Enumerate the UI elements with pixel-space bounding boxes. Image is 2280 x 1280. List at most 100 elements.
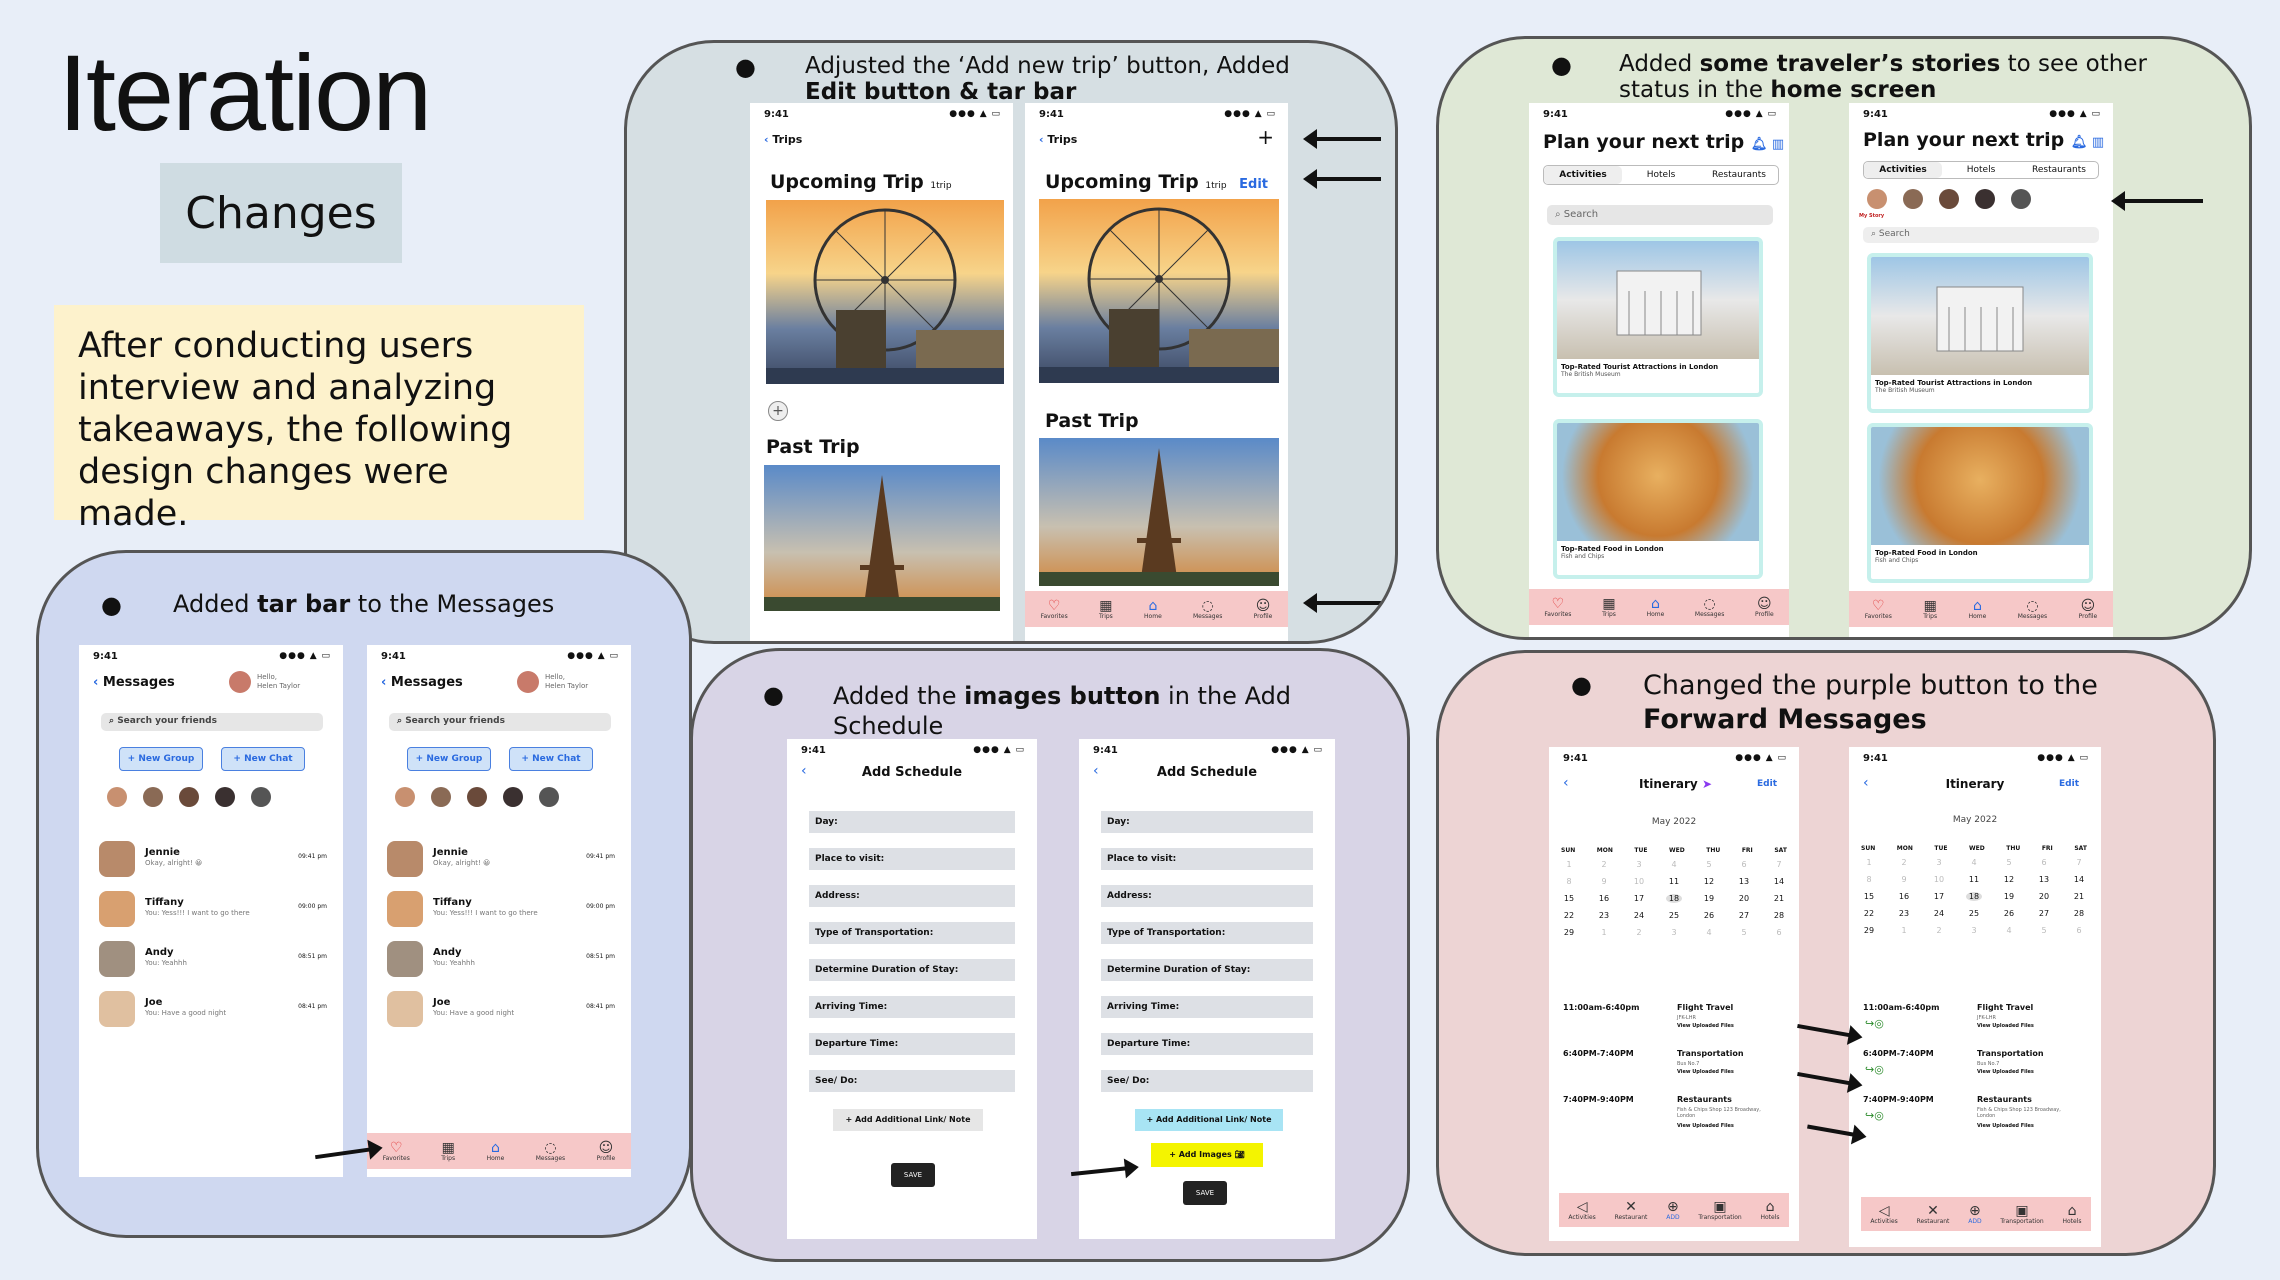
avatar[interactable]: [229, 671, 251, 693]
tab-messages[interactable]: ◌ Messages: [1193, 599, 1222, 620]
back-button[interactable]: ‹ Trips: [764, 133, 802, 146]
tab-home[interactable]: ⌂ Home: [1647, 597, 1665, 618]
tab-add[interactable]: ⊕ ADD: [1666, 1200, 1679, 1221]
tab-restaurants[interactable]: Restaurants: [2020, 162, 2098, 178]
friend-avatar[interactable]: [431, 787, 451, 807]
tab-profile[interactable]: ☺ Profile: [1254, 599, 1273, 620]
food-card[interactable]: Top-Rated Food in London Fish and Chips: [1867, 423, 2093, 583]
calendar-day[interactable]: 10: [1931, 875, 1947, 884]
tab-home[interactable]: ⌂ Home: [487, 1141, 505, 1162]
tab-home[interactable]: ⌂ Home: [1144, 599, 1162, 620]
friend-avatar[interactable]: [143, 787, 163, 807]
calendar-day[interactable]: 21: [2071, 892, 2087, 901]
calendar-day[interactable]: 20: [2036, 892, 2052, 901]
new-group-button[interactable]: + New Group: [119, 747, 203, 771]
day-field[interactable]: Day:: [809, 811, 1015, 833]
tab-trips[interactable]: ▦ Trips: [1602, 597, 1616, 618]
calendar-day[interactable]: 6: [2036, 858, 2052, 867]
calendar-day[interactable]: 11: [1966, 875, 1982, 884]
calendar-day[interactable]: 19: [2001, 892, 2017, 901]
calendar-day[interactable]: 2: [1896, 858, 1912, 867]
chat-row[interactable]: Jennie Okay, alright! 😀 09:41 pm: [99, 841, 333, 881]
calendar-day[interactable]: 7: [1771, 860, 1787, 869]
calendar-day[interactable]: 11: [1666, 877, 1682, 886]
back-button[interactable]: ‹ Trips: [1039, 133, 1077, 146]
calendar-day[interactable]: 10: [1631, 877, 1647, 886]
tab-hotels[interactable]: Hotels: [1942, 162, 2020, 178]
calendar-day[interactable]: 25: [1966, 909, 1982, 918]
add-link-button[interactable]: + Add Additional Link/ Note: [1135, 1109, 1283, 1131]
tab-profile[interactable]: ☺ Profile: [597, 1141, 616, 1162]
friend-avatar[interactable]: [179, 787, 199, 807]
calendar-day[interactable]: 9: [1896, 875, 1912, 884]
calendar-day[interactable]: 4: [1701, 928, 1717, 937]
calendar-day[interactable]: 24: [1931, 909, 1947, 918]
see-do-field[interactable]: See/ Do:: [809, 1070, 1015, 1092]
calendar-day[interactable]: 15: [1561, 894, 1577, 903]
chat-row[interactable]: Andy You: Yeahhh 08:51 pm: [99, 941, 333, 981]
friend-avatar[interactable]: [503, 787, 523, 807]
tab-restaurants[interactable]: Restaurants: [1700, 166, 1778, 184]
calendar-day[interactable]: 22: [1861, 909, 1877, 918]
calendar-day[interactable]: 22: [1561, 911, 1577, 920]
see-do-field[interactable]: See/ Do:: [1101, 1070, 1313, 1092]
calendar-day[interactable]: 14: [1771, 877, 1787, 886]
bell-icon[interactable]: 🔔︎ ▥: [2071, 135, 2104, 150]
calendar-day[interactable]: 20: [1736, 894, 1752, 903]
calendar-day[interactable]: 3: [1931, 858, 1947, 867]
calendar-day[interactable]: 3: [1666, 928, 1682, 937]
address-field[interactable]: Address:: [809, 885, 1015, 907]
new-chat-button[interactable]: + New Chat: [509, 747, 593, 771]
back-button[interactable]: ‹: [381, 675, 391, 690]
calendar-day[interactable]: 4: [1966, 858, 1982, 867]
calendar-day[interactable]: 17: [1631, 894, 1647, 903]
search-input[interactable]: ⌕ Search: [1863, 227, 2099, 243]
arriving-field[interactable]: Arriving Time:: [809, 996, 1015, 1018]
calendar-day[interactable]: 29: [1861, 926, 1877, 935]
chat-row[interactable]: Andy You: Yeahhh 08:51 pm: [387, 941, 621, 981]
event-row[interactable]: 7:40PM-9:40PM ↪◎ Restaurants Fish & Chips S…: [1863, 1095, 2089, 1141]
chat-row[interactable]: Jennie Okay, alright! 😀 09:41 pm: [387, 841, 621, 881]
event-row[interactable]: 6:40PM-7:40PM ↪◎ Transportation Bus No.7 Vie…: [1863, 1049, 2089, 1095]
calendar-day[interactable]: 21: [1771, 894, 1787, 903]
search-input[interactable]: ⌕ Search your friends: [389, 713, 611, 731]
tab-profile[interactable]: ☺ Profile: [2079, 599, 2098, 620]
calendar-day[interactable]: 5: [1701, 860, 1717, 869]
back-button[interactable]: ‹: [93, 675, 103, 690]
calendar-day[interactable]: 29: [1561, 928, 1577, 937]
event-row[interactable]: 11:00am-6:40pm Flight Travel JFK-LHR View U…: [1563, 1003, 1789, 1049]
departure-field[interactable]: Departure Time:: [1101, 1033, 1313, 1055]
calendar-day[interactable]: 8: [1561, 877, 1577, 886]
calendar-day[interactable]: 8: [1861, 875, 1877, 884]
calendar-day[interactable]: 14: [2071, 875, 2087, 884]
chat-row[interactable]: Tiffany You: Yess!!! I want to go there 09…: [387, 891, 621, 931]
tab-messages[interactable]: ◌ Messages: [1695, 597, 1724, 618]
event-row[interactable]: 7:40PM-9:40PM Restaurants Fish & Chips Sho…: [1563, 1095, 1789, 1141]
new-chat-button[interactable]: + New Chat: [221, 747, 305, 771]
tab-trips[interactable]: ▦ Trips: [441, 1141, 455, 1162]
calendar-day[interactable]: 28: [2071, 909, 2087, 918]
search-input[interactable]: ⌕ Search your friends: [101, 713, 323, 731]
add-trip-button[interactable]: +: [1257, 125, 1274, 149]
calendar-day[interactable]: 4: [2001, 926, 2017, 935]
save-button[interactable]: SAVE: [1183, 1181, 1227, 1205]
tab-trips[interactable]: ▦ Trips: [1923, 599, 1937, 620]
friend-avatar[interactable]: [215, 787, 235, 807]
tab-hotels[interactable]: ⌂ Hotels: [1761, 1200, 1780, 1221]
calendar-day[interactable]: 19: [1701, 894, 1717, 903]
search-input[interactable]: ⌕ Search: [1547, 205, 1773, 225]
tab-favorites[interactable]: ♡ Favorites: [1041, 599, 1068, 620]
tab-restaurant[interactable]: ✕ Restaurant: [1615, 1200, 1648, 1221]
transport-field[interactable]: Type of Transportation:: [1101, 922, 1313, 944]
day-field[interactable]: Day:: [1101, 811, 1313, 833]
calendar-day[interactable]: 12: [1701, 877, 1717, 886]
arriving-field[interactable]: Arriving Time:: [1101, 996, 1313, 1018]
london-eye-image[interactable]: [766, 200, 1004, 384]
friend-avatar[interactable]: [467, 787, 487, 807]
story-avatar[interactable]: [1903, 189, 1923, 209]
calendar-day[interactable]: 9: [1596, 877, 1612, 886]
calendar-day[interactable]: 26: [1701, 911, 1717, 920]
edit-button[interactable]: Edit: [1239, 177, 1268, 192]
museum-card[interactable]: Top-Rated Tourist Attractions in London …: [1867, 253, 2093, 413]
edit-button[interactable]: Edit: [1757, 779, 1777, 789]
